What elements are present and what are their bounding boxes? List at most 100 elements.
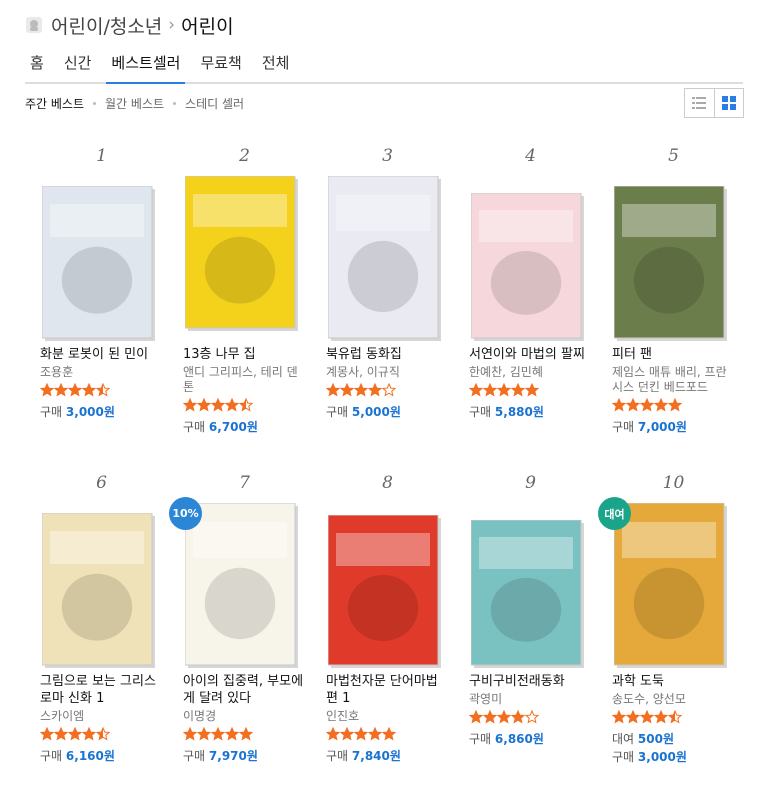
star-icon — [668, 710, 682, 724]
star-icon — [382, 727, 396, 741]
tab-free[interactable]: 무료책 — [195, 50, 246, 82]
book-title[interactable]: 서연이와 마법의 팔찌 — [459, 346, 604, 363]
tab-home[interactable]: 홈 — [25, 50, 49, 82]
book-title[interactable]: 북유럽 동화집 — [316, 346, 461, 363]
buy-label: 구매 — [469, 732, 492, 746]
book-author[interactable]: 스카이엠 — [30, 709, 175, 724]
period-subnav: 주간 베스트 월간 베스트 스테디 셀러 — [25, 94, 244, 112]
book-title[interactable]: 13층 나무 집 — [173, 346, 318, 363]
book-author[interactable]: 앤디 그리피스, 테리 덴톤 — [173, 365, 318, 395]
book-grid: 1 화분 로봇이 된 민이 조용훈 구매 3,000원 2 13층 나무 집 앤디 그리피스… — [30, 142, 750, 789]
buy-label: 구매 — [183, 420, 206, 434]
book-cover[interactable] — [185, 503, 299, 669]
book-card[interactable]: 8 마법천자문 단어마법 편 1 인진호 구매 7,840원 — [316, 469, 459, 789]
book-cover[interactable] — [42, 186, 156, 342]
book-cover-slot — [30, 503, 173, 668]
book-author[interactable]: 계몽사, 이규직 — [316, 365, 461, 380]
book-cover-slot — [316, 176, 459, 341]
book-author[interactable]: 인진호 — [316, 709, 461, 724]
buy-label: 구매 — [326, 405, 349, 419]
book-cover[interactable] — [328, 176, 442, 342]
book-cover[interactable] — [185, 176, 299, 332]
star-icon — [525, 383, 539, 397]
tab-all[interactable]: 전체 — [257, 50, 295, 82]
book-card[interactable]: 9 구비구비전래동화 곽영미 구매 6,860원 — [459, 469, 602, 789]
book-cover[interactable] — [614, 503, 728, 669]
book-title[interactable]: 그림으로 보는 그리스 로마 신화 1 — [30, 673, 175, 707]
subnav-monthly[interactable]: 월간 베스트 — [105, 95, 164, 112]
book-title[interactable]: 과학 도둑 — [602, 673, 747, 690]
buy-price: 구매 3,000원 — [602, 748, 745, 766]
buy-label: 구매 — [40, 405, 63, 419]
star-icon — [483, 710, 497, 724]
book-title[interactable]: 아이의 집중력, 부모에게 달려 있다 — [173, 673, 318, 707]
book-author[interactable]: 조용훈 — [30, 365, 175, 380]
star-icon — [40, 727, 54, 741]
book-card[interactable]: 10 대여 과학 도둑 송도수, 양선모 대여 500원 구매 3,000원 — [598, 469, 747, 789]
breadcrumb-parent[interactable]: 어린이/청소년 — [51, 12, 162, 39]
list-view-icon — [692, 97, 707, 109]
star-icon — [382, 383, 396, 397]
book-card[interactable]: 1 화분 로봇이 된 민이 조용훈 구매 3,000원 — [30, 142, 173, 462]
star-icon — [340, 383, 354, 397]
star-icon — [626, 398, 640, 412]
buy-price: 구매 6,160원 — [30, 747, 173, 765]
book-author[interactable]: 제임스 매튜 배리, 프란시스 던킨 베드포드 — [602, 365, 747, 395]
book-author[interactable]: 송도수, 양선모 — [602, 692, 747, 707]
book-card[interactable]: 7 10% 아이의 집중력, 부모에게 달려 있다 이명경 구매 7,970원 — [169, 469, 318, 789]
separator-dot — [93, 101, 97, 105]
star-icon — [68, 727, 82, 741]
buy-label: 구매 — [183, 749, 206, 763]
book-card[interactable]: 6 그림으로 보는 그리스 로마 신화 1 스카이엠 구매 6,160원 — [30, 469, 173, 789]
subnav-steady[interactable]: 스테디 셀러 — [185, 95, 244, 112]
rating-stars — [30, 727, 173, 743]
subnav-weekly[interactable]: 주간 베스트 — [25, 95, 84, 112]
star-icon — [354, 383, 368, 397]
star-icon — [54, 383, 68, 397]
book-cover[interactable] — [471, 520, 585, 669]
buy-price: 구매 3,000원 — [30, 403, 173, 421]
book-author[interactable]: 이명경 — [173, 709, 318, 724]
book-cover[interactable] — [328, 515, 442, 669]
book-cover[interactable] — [471, 193, 585, 342]
book-author[interactable]: 한예찬, 김민혜 — [459, 365, 604, 380]
star-icon — [368, 727, 382, 741]
book-card[interactable]: 4 서연이와 마법의 팔찌 한예찬, 김민혜 구매 5,880원 — [459, 142, 602, 462]
buy-price-value: 6,160원 — [65, 749, 115, 763]
buy-price: 구매 7,840원 — [316, 747, 459, 765]
book-author[interactable]: 곽영미 — [459, 692, 604, 707]
tab-bestseller[interactable]: 베스트셀러 — [106, 50, 186, 84]
book-cover[interactable] — [42, 513, 156, 669]
breadcrumb: 어린이/청소년 › 어린이 — [25, 10, 234, 40]
book-cover-slot: 10% — [169, 497, 316, 668]
book-card[interactable]: 3 북유럽 동화집 계몽사, 이규직 구매 5,000원 — [316, 142, 459, 462]
book-card[interactable]: 5 피터 팬 제임스 매튜 배리, 프란시스 던킨 베드포드 구매 7,000원 — [602, 142, 745, 462]
category-icon — [26, 17, 42, 33]
book-title[interactable]: 구비구비전래동화 — [459, 673, 604, 690]
book-title[interactable]: 마법천자문 단어마법 편 1 — [316, 673, 461, 707]
rental-badge: 대여 — [598, 497, 631, 530]
buy-label: 구매 — [612, 750, 635, 764]
rent-price: 대여 500원 — [602, 730, 745, 748]
book-title[interactable]: 피터 팬 — [602, 346, 747, 363]
star-icon — [654, 710, 668, 724]
grid-view-button[interactable] — [713, 89, 744, 117]
star-icon — [326, 383, 340, 397]
book-title[interactable]: 화분 로봇이 된 민이 — [30, 346, 175, 363]
buy-price-value: 7,970원 — [208, 749, 258, 763]
rating-stars — [602, 398, 745, 414]
book-card[interactable]: 2 13층 나무 집 앤디 그리피스, 테리 덴톤 구매 6,700원 — [173, 142, 316, 462]
book-cover[interactable] — [614, 186, 728, 342]
rank-number: 3 — [382, 146, 393, 166]
star-icon — [511, 710, 525, 724]
star-icon — [668, 398, 682, 412]
star-icon — [225, 398, 239, 412]
buy-price-value: 3,000원 — [637, 750, 687, 764]
chevron-right-icon: › — [168, 15, 176, 35]
list-view-button[interactable] — [685, 89, 714, 117]
tab-new[interactable]: 신간 — [59, 50, 97, 82]
star-icon — [40, 383, 54, 397]
star-icon — [211, 727, 225, 741]
breadcrumb-current: 어린이 — [181, 15, 234, 38]
buy-price-value: 6,700원 — [208, 420, 258, 434]
